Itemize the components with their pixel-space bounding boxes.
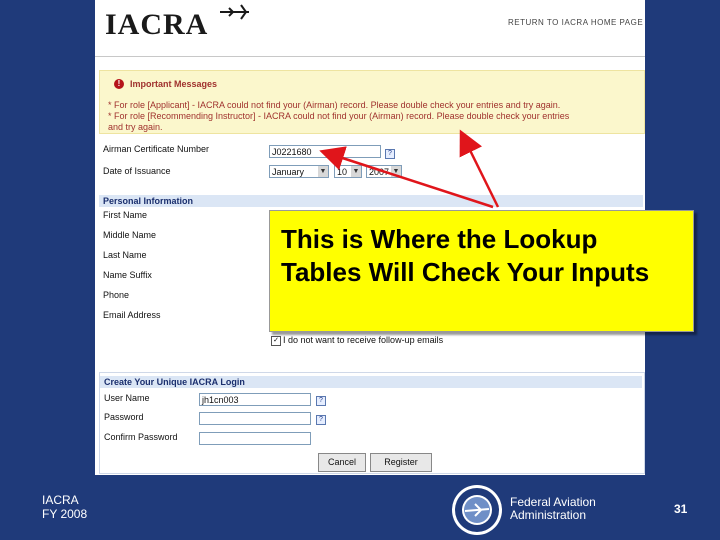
name-suffix-label: Name Suffix xyxy=(103,270,152,280)
message-line: and try again. xyxy=(108,122,163,132)
faa-seal-icon xyxy=(452,485,502,535)
personal-info-header: Personal Information xyxy=(99,195,643,207)
chevron-down-icon: ▼ xyxy=(351,166,361,177)
middle-name-label: Middle Name xyxy=(103,230,157,240)
month-select[interactable]: January ▼ xyxy=(269,165,329,178)
messages-title: Important Messages xyxy=(130,79,218,89)
followup-label: I do not want to receive follow-up email… xyxy=(283,335,444,345)
slide-left-border xyxy=(0,0,95,475)
register-button[interactable]: Register xyxy=(370,453,432,472)
create-login-header: Create Your Unique IACRA Login xyxy=(100,376,642,388)
year-select[interactable]: 2007 ▼ xyxy=(366,165,402,178)
username-input[interactable]: jh1cn003 xyxy=(199,393,311,406)
help-icon[interactable]: ? xyxy=(316,415,326,425)
section-title: Personal Information xyxy=(103,196,194,206)
callout-box: This is Where the Lookup Tables Will Che… xyxy=(269,210,694,332)
page-header: IACRA RETURN TO IACRA HOME PAGE xyxy=(95,0,645,57)
help-icon[interactable]: ? xyxy=(316,396,326,406)
faa-name: Federal Aviation Administration xyxy=(510,496,596,522)
help-icon[interactable]: ? xyxy=(385,149,395,159)
create-login-panel: Create Your Unique IACRA Login User Name… xyxy=(99,372,645,474)
important-messages-panel: ! Important Messages * For role [Applica… xyxy=(99,70,645,134)
year-value: 2007 xyxy=(369,167,390,177)
faa-line-2: Administration xyxy=(510,508,587,522)
username-label: User Name xyxy=(104,393,150,403)
followup-checkbox[interactable]: ✓ xyxy=(271,336,281,346)
cert-number-label: Airman Certificate Number xyxy=(103,144,210,154)
cancel-button[interactable]: Cancel xyxy=(318,453,366,472)
iacra-logo: IACRA xyxy=(105,8,209,41)
message-line: * For role [Applicant] - IACRA could not… xyxy=(108,100,561,110)
confirm-password-label: Confirm Password xyxy=(104,432,178,442)
footer-year: FY 2008 xyxy=(42,507,88,521)
first-name-label: First Name xyxy=(103,210,148,220)
return-home-link[interactable]: RETURN TO IACRA HOME PAGE xyxy=(508,18,643,27)
message-line: * For role [Recommending Instructor] - I… xyxy=(108,111,570,121)
month-value: January xyxy=(272,167,305,177)
confirm-password-input[interactable] xyxy=(199,432,311,445)
email-label: Email Address xyxy=(103,310,161,320)
chevron-down-icon: ▼ xyxy=(318,166,328,177)
footer-title: IACRA xyxy=(42,493,79,507)
slide-footer: IACRA FY 2008 Federal Aviation Administr… xyxy=(0,475,720,540)
section-title: Create Your Unique IACRA Login xyxy=(104,377,245,387)
footer-label: IACRA FY 2008 xyxy=(42,493,87,521)
cert-number-input[interactable]: J0221680 xyxy=(269,145,381,158)
last-name-label: Last Name xyxy=(103,250,147,260)
password-label: Password xyxy=(104,412,144,422)
date-of-issuance-label: Date of Issuance xyxy=(103,166,171,176)
day-value: 10 xyxy=(337,167,348,177)
page-number: 31 xyxy=(674,502,688,516)
alert-icon: ! xyxy=(114,79,124,89)
phone-label: Phone xyxy=(103,290,130,300)
password-input[interactable] xyxy=(199,412,311,425)
chevron-down-icon: ▼ xyxy=(391,166,401,177)
plane-icon xyxy=(220,4,249,20)
callout-text: This is Where the Lookup Tables Will Che… xyxy=(281,224,650,287)
day-select[interactable]: 10 ▼ xyxy=(334,165,362,178)
